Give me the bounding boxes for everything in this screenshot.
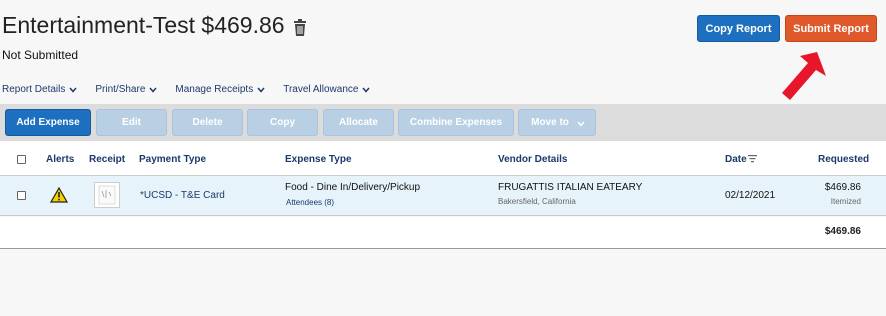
amount-note: Itemized xyxy=(830,197,861,206)
move-to-button[interactable]: Move to xyxy=(518,109,596,136)
expense-date: 02/12/2021 xyxy=(725,190,776,201)
expense-amount: $469.86 xyxy=(824,182,861,193)
chevron-down-icon xyxy=(149,87,157,93)
attendees-link[interactable]: Attendees (8) xyxy=(286,198,334,207)
combine-expenses-button[interactable]: Combine Expenses xyxy=(398,109,514,136)
menu-print-share[interactable]: Print/Share xyxy=(95,84,157,95)
table-row[interactable]: *UCSD - T&E Card Food - Dine In/Delivery… xyxy=(0,176,886,216)
red-arrow-annotation xyxy=(782,52,826,100)
payment-type[interactable]: *UCSD - T&E Card xyxy=(140,190,225,201)
table-header: Alerts Receipt Payment Type Expense Type… xyxy=(0,141,886,176)
report-status: Not Submitted xyxy=(2,48,79,62)
add-expense-button[interactable]: Add Expense xyxy=(5,109,91,136)
trash-icon[interactable] xyxy=(293,18,307,37)
delete-button[interactable]: Delete xyxy=(172,109,243,136)
total-row: $469.86 xyxy=(0,217,886,249)
chevron-down-icon xyxy=(577,121,585,127)
menu-manage-receipts-label: Manage Receipts xyxy=(175,84,254,95)
warning-icon[interactable] xyxy=(50,187,68,203)
header-payment-type[interactable]: Payment Type xyxy=(139,154,206,165)
chevron-down-icon xyxy=(69,87,77,93)
report-total: $469.86 xyxy=(824,226,861,237)
menu-print-share-label: Print/Share xyxy=(95,84,146,95)
header-vendor-details[interactable]: Vendor Details xyxy=(498,154,567,165)
vendor-location: Bakersfield, California xyxy=(498,197,576,206)
menu-travel-allowance[interactable]: Travel Allowance xyxy=(283,84,371,95)
header-expense-type[interactable]: Expense Type xyxy=(285,154,352,165)
receipt-thumbnail[interactable] xyxy=(94,182,120,208)
title-row: Entertainment-Test $469.86 xyxy=(2,12,307,39)
report-menu-bar: Report Details Print/Share Manage Receip… xyxy=(2,84,388,95)
allocate-button[interactable]: Allocate xyxy=(323,109,394,136)
menu-report-details[interactable]: Report Details xyxy=(2,84,77,95)
edit-button[interactable]: Edit xyxy=(96,109,167,136)
expense-report-page: Entertainment-Test $469.86 Not Submitted… xyxy=(0,0,886,316)
receipt-image-icon xyxy=(98,185,116,205)
header-date[interactable]: Date xyxy=(725,154,747,165)
move-to-label: Move to xyxy=(531,117,569,128)
select-all-checkbox[interactable] xyxy=(17,155,26,164)
header-alerts[interactable]: Alerts xyxy=(46,154,74,165)
copy-report-button[interactable]: Copy Report xyxy=(697,15,780,42)
menu-manage-receipts[interactable]: Manage Receipts xyxy=(175,84,265,95)
submit-report-button[interactable]: Submit Report xyxy=(785,15,877,42)
row-checkbox[interactable] xyxy=(17,191,26,200)
header-requested[interactable]: Requested xyxy=(818,154,869,165)
expense-type[interactable]: Food - Dine In/Delivery/Pickup xyxy=(285,182,420,193)
chevron-down-icon xyxy=(362,87,371,93)
copy-button[interactable]: Copy xyxy=(247,109,318,136)
sort-icon[interactable] xyxy=(748,155,757,163)
menu-travel-allowance-label: Travel Allowance xyxy=(283,84,359,95)
report-title: Entertainment-Test $469.86 xyxy=(2,12,285,38)
header-receipt[interactable]: Receipt xyxy=(89,154,125,165)
expense-toolbar: Add Expense Edit Delete Copy Allocate Co… xyxy=(0,104,886,141)
vendor-name: FRUGATTIS ITALIAN EATEARY xyxy=(498,182,643,193)
chevron-down-icon xyxy=(257,87,265,93)
menu-report-details-label: Report Details xyxy=(2,84,66,95)
